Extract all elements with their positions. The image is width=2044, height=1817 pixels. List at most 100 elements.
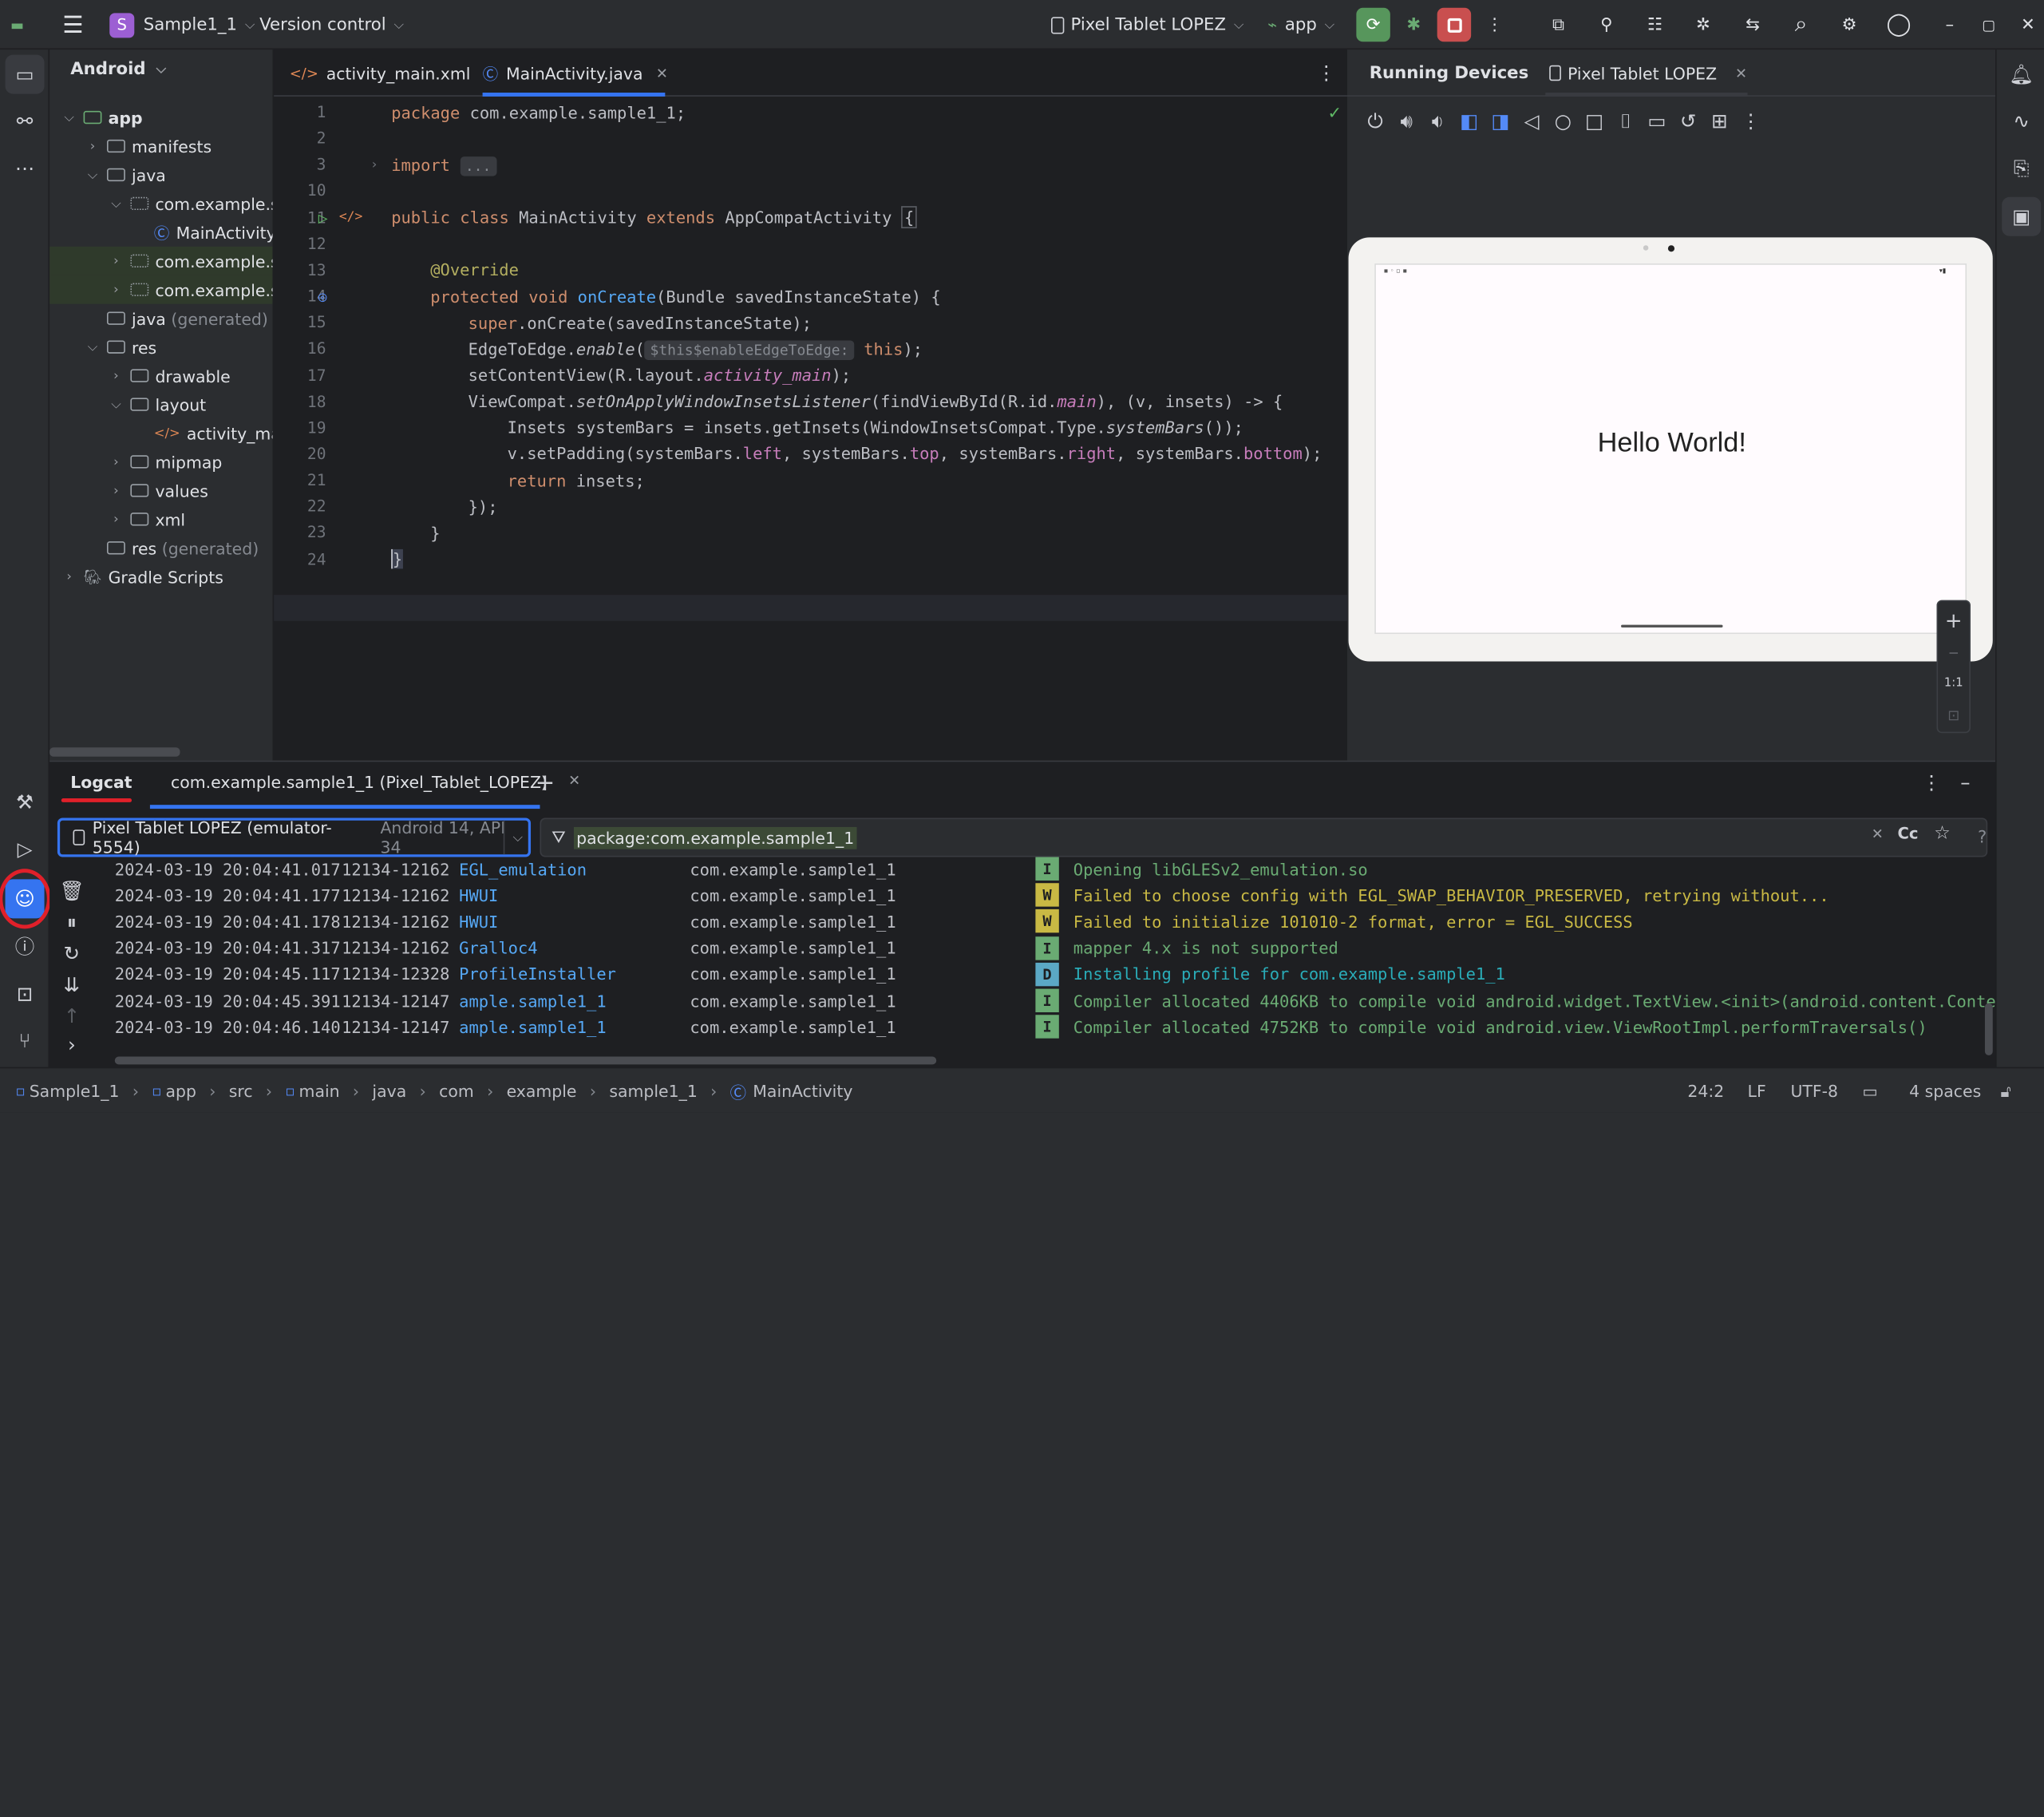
line-number[interactable]: 15 xyxy=(274,313,326,331)
apply-changes-run-icon[interactable]: ⟳ xyxy=(1356,7,1390,42)
close-tab-icon[interactable]: ✕ xyxy=(1735,65,1747,81)
stop-icon[interactable] xyxy=(1437,7,1472,42)
sdk-manager-icon[interactable]: ☷ xyxy=(1641,0,1670,49)
breadcrumb-item[interactable]: example xyxy=(507,1082,577,1102)
maximize-window-icon[interactable]: ▢ xyxy=(1977,0,2000,49)
code-line[interactable]: 18 ViewCompat.setOnApplyWindowInsetsListe… xyxy=(274,388,1347,414)
chevron-right-icon[interactable]: › xyxy=(60,569,78,584)
line-number[interactable]: 16 xyxy=(274,339,326,358)
readonly-toggle-icon[interactable]: ▭ xyxy=(1862,1068,1877,1114)
code-line[interactable]: 1 package com.example.sample1_1; xyxy=(274,99,1347,125)
power-icon[interactable]: ⏻ xyxy=(1363,107,1388,136)
profiler-icon[interactable]: ⚲ xyxy=(1592,0,1621,49)
line-number[interactable]: 20 xyxy=(274,445,326,463)
build-hammer-icon[interactable]: ⚒ xyxy=(6,782,45,821)
version-control-icon[interactable]: ⑂ xyxy=(6,1021,45,1060)
notifications-bell-icon[interactable]: 🔔︎ xyxy=(2002,55,2041,94)
tree-item[interactable]: › com.example.sam xyxy=(107,247,272,275)
code-line[interactable]: 22}); xyxy=(274,493,1347,520)
logcat-device-select[interactable]: Pixel Tablet LOPEZ (emulator-5554) Andro… xyxy=(57,817,532,857)
close-tab-icon[interactable]: ✕ xyxy=(568,772,580,792)
line-number[interactable]: 17 xyxy=(274,366,326,384)
chevron-right-icon[interactable]: › xyxy=(84,139,102,153)
gesture-nav-bar[interactable] xyxy=(1621,624,1723,627)
chevron-down-icon[interactable]: ⌵ xyxy=(84,340,102,354)
code-line[interactable]: 20 v.setPadding(systemBars.left, systemBa… xyxy=(274,441,1347,467)
tree-item[interactable]: ⌵ java xyxy=(84,160,166,189)
chevron-down-icon[interactable]: ⌵ xyxy=(503,820,531,855)
line-number[interactable]: 19 xyxy=(274,418,326,437)
code-line[interactable]: 19 Insets systemBars = insets.getInsets(W… xyxy=(274,414,1347,441)
log-row[interactable]: 2024-03-19 20:04:41.017 12134-12162 EGL_em… xyxy=(115,856,1993,882)
lock-icon[interactable]: 🔓︎ xyxy=(2001,1068,2011,1114)
sync-gradle-icon[interactable]: ⇆ xyxy=(1738,0,1767,49)
line-number[interactable]: 10 xyxy=(274,182,326,200)
log-vertical-scrollbar[interactable] xyxy=(1984,1003,1993,1055)
more-tools-icon[interactable]: ⋯ xyxy=(6,148,45,188)
running-devices-tool-icon[interactable]: ▣ xyxy=(2002,196,2042,236)
debug-icon[interactable]: ✱ xyxy=(1398,0,1429,49)
log-row[interactable]: 2024-03-19 20:04:45.391 12134-12147 ample.… xyxy=(115,988,1995,1014)
snapshot-icon[interactable]: ↺ xyxy=(1676,107,1701,136)
chevron-right-icon[interactable]: › xyxy=(107,512,125,526)
chevron-right-icon[interactable]: › xyxy=(107,254,125,268)
override-gutter-icon[interactable]: ◎ xyxy=(318,287,327,304)
code-line[interactable]: 17 setContentView(R.layout.activity_main)… xyxy=(274,362,1347,388)
chevron-right-icon[interactable]: › xyxy=(107,454,125,469)
panel-options-icon[interactable]: ⋮ xyxy=(1919,770,1943,796)
project-view-selector[interactable]: Android ⌵ xyxy=(70,60,166,80)
code-line[interactable]: 11 ▷ </> public class MainActivity extends … xyxy=(274,204,1347,231)
extended-controls-icon[interactable]: ⊞ xyxy=(1707,107,1732,136)
device-tab[interactable]: Pixel Tablet LOPEZ ✕ xyxy=(1549,49,1747,97)
tree-item[interactable]: res (generated) xyxy=(84,533,259,562)
breadcrumb-item[interactable]: MainActivity xyxy=(753,1082,852,1102)
line-separator[interactable]: LF xyxy=(1748,1068,1766,1114)
indent-setting[interactable]: 4 spaces xyxy=(1909,1068,1981,1114)
breadcrumb-item[interactable]: Sample1_1 xyxy=(30,1082,120,1102)
device-screen[interactable]: ▪ ◦ ▫ ▪ ▾▮ Hello World! xyxy=(1374,263,1967,635)
project-switcher[interactable]: S Sample1_1 ⌵ xyxy=(109,0,255,49)
line-number[interactable]: 13 xyxy=(274,261,326,279)
chevron-down-icon[interactable]: ⌵ xyxy=(107,398,125,412)
rotate-left-icon[interactable]: ◧ xyxy=(1457,107,1481,136)
chevron-right-icon[interactable]: › xyxy=(107,369,125,383)
filter-query[interactable]: package:com.example.sample1_1 xyxy=(573,826,857,849)
breadcrumb-item[interactable]: com xyxy=(439,1082,474,1102)
more-actions-icon[interactable]: ⋮ xyxy=(1481,0,1508,49)
log-row[interactable]: 2024-03-19 20:04:41.317 12134-12162 Grallo… xyxy=(115,935,1993,961)
breadcrumb-item[interactable]: main xyxy=(299,1082,340,1102)
help-icon[interactable]: ? xyxy=(1969,823,1995,852)
settings-gear-icon[interactable]: ⚙ xyxy=(1835,0,1864,49)
close-window-icon[interactable]: ✕ xyxy=(2016,0,2039,49)
resource-manager-icon[interactable]: ⚯ xyxy=(6,101,45,141)
back-icon[interactable]: ◁ xyxy=(1520,107,1544,136)
line-number[interactable]: 3 xyxy=(274,156,326,174)
code-line[interactable]: 15 super.onCreate(savedInstanceState); xyxy=(274,310,1347,336)
line-number[interactable]: 18 xyxy=(274,392,326,410)
chevron-right-icon[interactable]: › xyxy=(107,283,125,297)
filter-icon[interactable]: ⛛ xyxy=(552,828,566,848)
zoom-in-icon[interactable]: + xyxy=(1938,605,1969,634)
tree-item[interactable]: ⌵ com.example.sam xyxy=(107,189,272,218)
device-selector[interactable]: Pixel Tablet LOPEZ ⌵ xyxy=(1051,0,1243,49)
run-tool-icon[interactable]: ▷ xyxy=(6,829,45,869)
tab-logcat-session[interactable]: com.example.sample1_1 (Pixel_Tablet_LOPE… xyxy=(171,772,580,792)
tree-item[interactable]: java (generated) xyxy=(84,304,268,333)
terminal-icon[interactable]: ⊡ xyxy=(6,975,45,1014)
breadcrumb-item[interactable]: java xyxy=(372,1082,406,1102)
hide-panel-icon[interactable]: – xyxy=(1954,770,1977,796)
breadcrumb-item[interactable]: src xyxy=(229,1082,253,1102)
code-line[interactable]: 16 EdgeToEdge.enable($this$enableEdgeToEd… xyxy=(274,335,1347,362)
code-line[interactable]: 12 xyxy=(274,231,1347,257)
code-line[interactable]: 2 xyxy=(274,125,1347,152)
breadcrumb-item[interactable]: sample1_1 xyxy=(609,1082,697,1102)
tree-item[interactable]: ⌵ res xyxy=(84,333,156,362)
account-icon[interactable]: ◯ xyxy=(1884,0,1913,49)
line-number[interactable]: 12 xyxy=(274,235,326,253)
minimize-window-icon[interactable]: – xyxy=(1938,0,1961,49)
gemini-icon[interactable]: ∿ xyxy=(2002,101,2041,141)
main-menu-icon[interactable]: ☰ xyxy=(57,0,89,49)
tree-item[interactable]: </> activity_main. xyxy=(130,419,273,448)
run-config-selector[interactable]: ⌁ app ⌵ xyxy=(1267,0,1334,49)
line-number[interactable]: 23 xyxy=(274,524,326,542)
